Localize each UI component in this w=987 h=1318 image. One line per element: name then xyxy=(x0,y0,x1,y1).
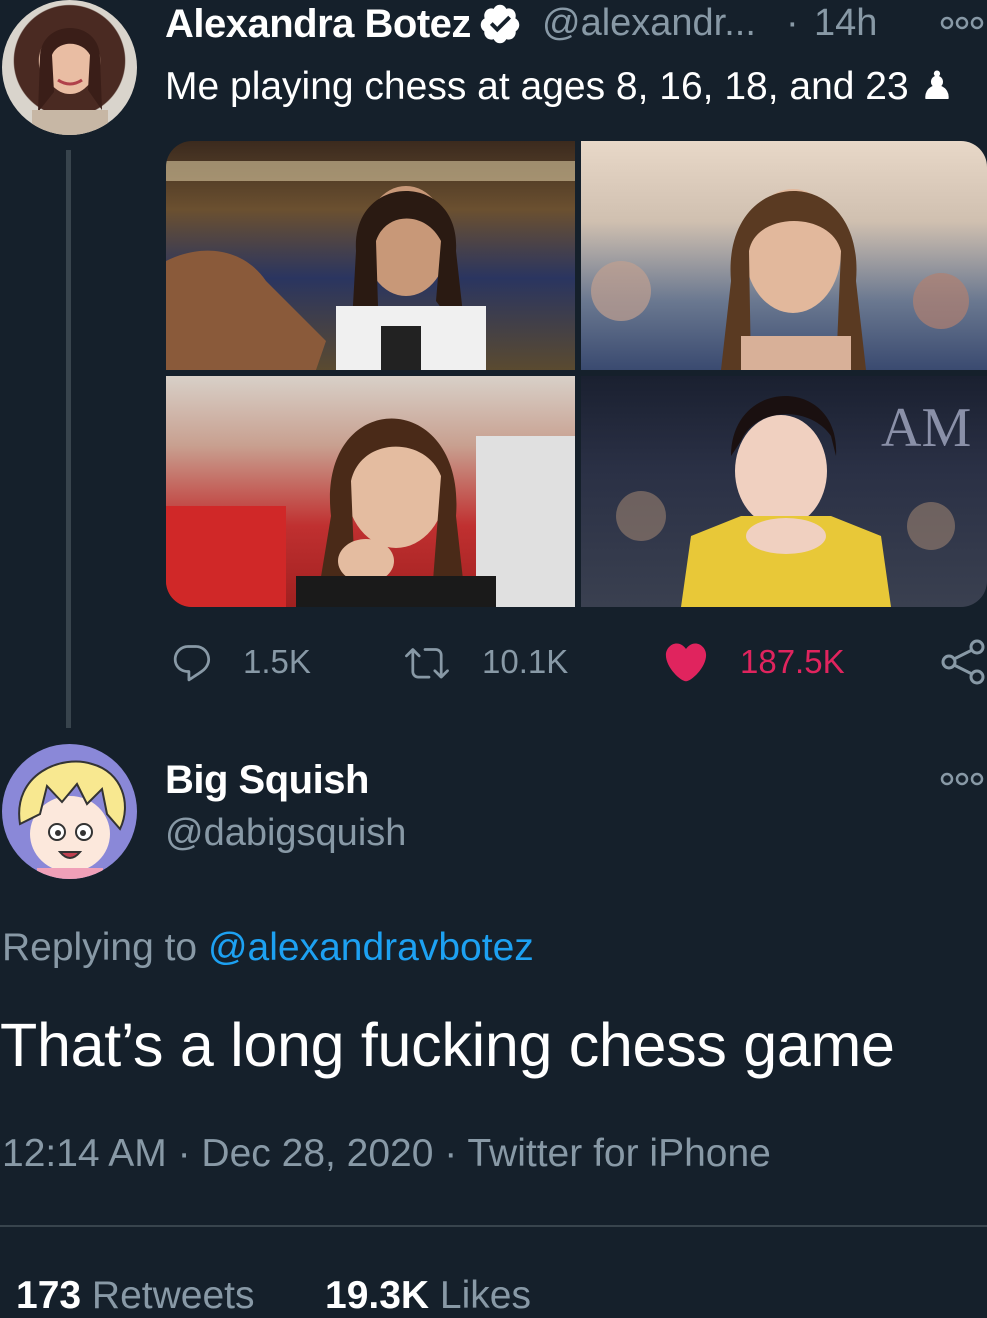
time-separator: · xyxy=(786,2,799,44)
reply-icon[interactable] xyxy=(170,641,214,685)
replying-to-line: Replying to @alexandravbotez xyxy=(2,926,534,970)
reply-author-handle[interactable]: @dabigsquish xyxy=(165,812,406,855)
author-avatar[interactable] xyxy=(2,0,137,135)
divider xyxy=(0,1225,987,1227)
svg-text:AM: AM xyxy=(881,397,971,459)
like-total-label: Likes xyxy=(439,1274,531,1317)
retweet-icon[interactable] xyxy=(402,641,452,685)
reply-text: That’s a long fucking chess game xyxy=(0,1011,895,1079)
photo-age-8[interactable] xyxy=(166,141,575,370)
photo-grid: AM xyxy=(166,141,987,607)
replying-to-handle[interactable]: @alexandravbotez xyxy=(208,926,534,969)
photo-age-23[interactable]: AM xyxy=(581,376,987,607)
retweet-count: 10.1K xyxy=(482,643,569,680)
reply-count: 1.5K xyxy=(243,643,311,680)
retweets-stat[interactable]: 173 Retweets xyxy=(16,1274,255,1318)
author-handle[interactable]: @alexandr... xyxy=(542,2,756,45)
verified-badge-icon xyxy=(478,2,522,46)
replying-to-label: Replying to xyxy=(2,926,198,969)
more-options-icon[interactable] xyxy=(940,16,984,30)
like-count: 187.5K xyxy=(740,643,845,680)
photo-age-16[interactable] xyxy=(581,141,987,370)
share-icon[interactable] xyxy=(940,638,986,686)
likes-stat[interactable]: 19.3K Likes xyxy=(325,1274,531,1318)
tweet-time[interactable]: 14h xyxy=(814,2,877,45)
like-heart-icon[interactable] xyxy=(662,638,710,686)
reply-author-avatar[interactable] xyxy=(2,744,137,879)
more-options-icon[interactable] xyxy=(940,772,984,786)
thread-connector-line xyxy=(66,150,71,728)
retweet-total-label: Retweets xyxy=(91,1274,255,1317)
retweet-total: 173 xyxy=(16,1274,82,1317)
tweet-timestamp[interactable]: 12:14 AM · Dec 28, 2020 · Twitter for iP… xyxy=(2,1132,771,1176)
author-name[interactable]: Alexandra Botez xyxy=(165,2,471,47)
photo-age-18[interactable] xyxy=(166,376,575,607)
like-total: 19.3K xyxy=(325,1274,430,1317)
reply-author-name[interactable]: Big Squish xyxy=(165,758,369,803)
tweet-text: Me playing chess at ages 8, 16, 18, and … xyxy=(165,65,955,108)
